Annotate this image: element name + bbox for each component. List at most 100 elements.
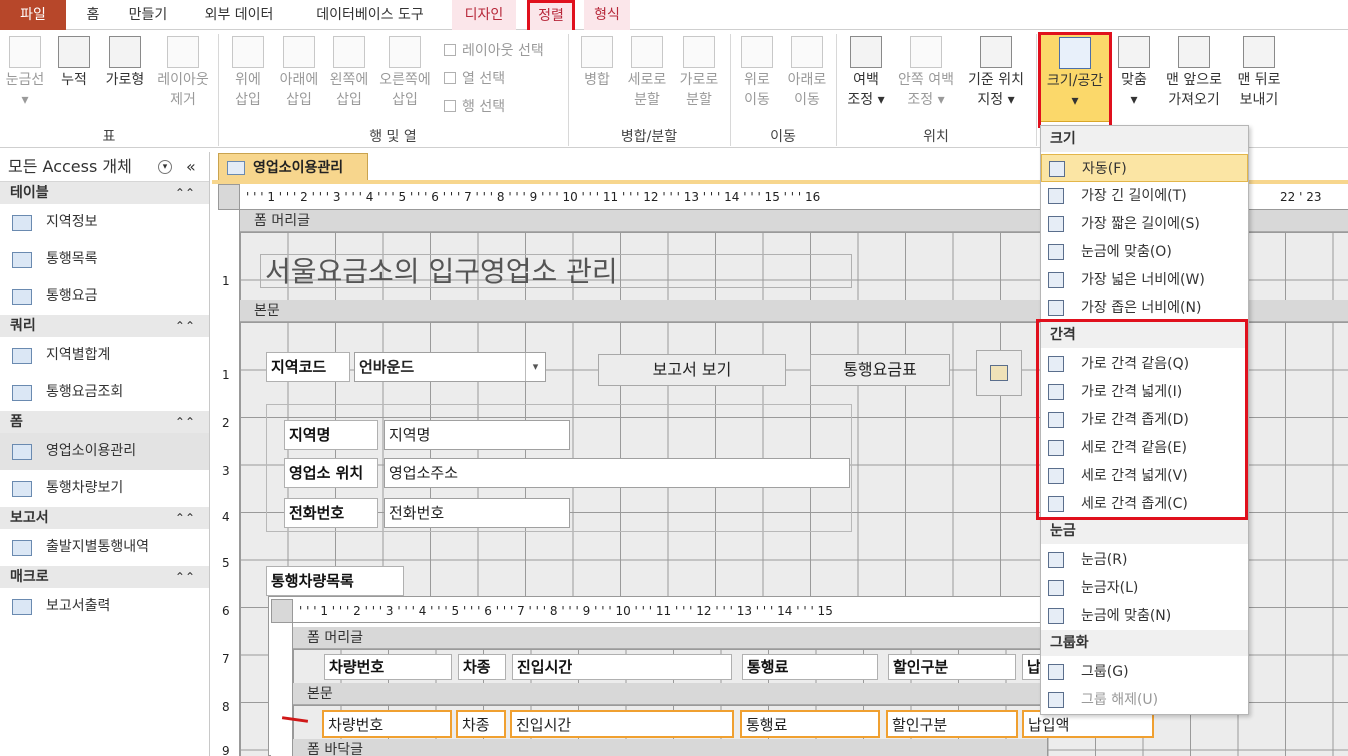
bring-to-front-button[interactable]: 맨 앞으로 가져오기 [1158,36,1230,110]
menu-item-icon [1048,272,1064,288]
office-location-field[interactable]: 영업소주소 [384,458,850,488]
col-label-discount[interactable]: 할인구분 [888,654,1016,680]
vertical-ruler[interactable]: 1 1 2 3 4 5 6 7 8 9 [218,210,240,756]
move-down-button[interactable]: 아래로 이동 [782,36,832,110]
report-view-button[interactable]: 보고서 보기 [598,354,786,386]
nav-item[interactable]: 지역정보 [0,204,209,241]
subform-detail-bar[interactable]: 본문 [293,683,1047,705]
col-label-payment[interactable]: 납 [1022,654,1042,680]
menu-item[interactable]: 눈금에 맞춤(N) [1041,602,1248,630]
menu-item[interactable]: 가장 좁은 너비에(N) [1041,294,1248,322]
nav-dropdown-icon[interactable]: ▾ [158,160,172,174]
nav-category[interactable]: 매크로 ⌃⌃ [0,566,209,588]
col-label-entry-time[interactable]: 진입시간 [512,654,732,680]
menu-item[interactable]: 가장 넓은 너비에(W) [1041,266,1248,294]
col-label-vehicle-type[interactable]: 차종 [458,654,506,680]
merge-button[interactable]: 병합 [576,36,618,90]
area-name-field[interactable]: 지역명 [384,420,570,450]
menu-item[interactable]: 자동(F) [1041,154,1248,182]
tab-database-tools[interactable]: 데이터베이스 도구 [302,0,438,30]
field-discount[interactable]: 할인구분 [886,710,1018,738]
insert-above-button[interactable]: 위에 삽입 [226,36,270,110]
send-to-back-button[interactable]: 맨 뒤로 보내기 [1232,36,1286,110]
nav-item[interactable]: 통행목록 [0,241,209,278]
field-entry-time[interactable]: 진입시간 [510,710,734,738]
menu-item[interactable]: 눈금자(L) [1041,574,1248,602]
select-row-button[interactable]: 행 선택 [444,96,505,116]
vruler-mark: 4 [222,510,230,524]
nav-category[interactable]: 쿼리 ⌃⌃ [0,315,209,337]
select-column-button[interactable]: 열 선택 [444,68,505,88]
margins-button[interactable]: 여백 조정 ▾ [842,36,890,110]
move-up-button[interactable]: 위로 이동 [736,36,778,110]
move-up-label2: 이동 [744,92,770,108]
col-label-toll[interactable]: 통행료 [742,654,878,680]
menu-item[interactable]: 가장 긴 길이에(T) [1041,182,1248,210]
nav-item[interactable]: 통행차량보기 [0,470,209,507]
align-button[interactable]: 맞춤 ▾ [1114,36,1154,110]
insert-below-button[interactable]: 아래에 삽입 [274,36,324,110]
anchoring-button[interactable]: 기준 위치 지정 ▾ [962,36,1030,110]
padding-button[interactable]: 안쪽 여백 조정 ▾ [892,36,960,110]
region-code-label[interactable]: 지역코드 [266,352,350,382]
region-code-value: 언바운드 [359,358,415,376]
menu-item[interactable]: 그룹 해제(U) [1041,686,1248,714]
menu-item[interactable]: 가장 짧은 길이에(S) [1041,210,1248,238]
subform-selector[interactable] [271,599,293,623]
nav-item[interactable]: 영업소이용관리 [0,433,209,470]
insert-right-button[interactable]: 오른쪽에 삽입 [374,36,436,110]
nav-item[interactable]: 출발지별통행내역 [0,529,209,566]
menu-item[interactable]: 눈금에 맞춤(O) [1041,238,1248,266]
area-name-label[interactable]: 지역명 [284,420,378,450]
field-vehicle-type[interactable]: 차종 [456,710,506,738]
tab-external-data[interactable]: 외부 데이터 [194,0,284,30]
office-location-label[interactable]: 영업소 위치 [284,458,378,488]
region-code-combo[interactable]: 언바운드 ▾ [354,352,546,382]
col-label-vehicle-no[interactable]: 차량번호 [324,654,452,680]
insert-left-label: 왼쪽에 [329,72,369,88]
macro-button[interactable] [976,350,1022,396]
tab-design[interactable]: 디자인 [452,0,516,30]
stacked-button[interactable]: 누적 [52,36,96,90]
split-vertical-button[interactable]: 세로로 분할 [622,36,672,110]
form-selector[interactable] [218,184,240,210]
subform-label[interactable]: 통행차량목록 [266,566,404,596]
nav-category[interactable]: 폼 ⌃⌃ [0,411,209,433]
toll-table-button[interactable]: 통행요금표 [810,354,950,386]
tab-home[interactable]: 홈 [78,0,108,30]
remove-layout-button[interactable]: 레이아웃 제거 [152,36,214,110]
field-toll[interactable]: 통행료 [740,710,880,738]
phone-label[interactable]: 전화번호 [284,498,378,528]
collapse-pane-icon[interactable]: « [186,152,196,182]
form-title-label[interactable]: 서울요금소의 입구영업소 관리 [260,254,852,288]
nav-pane-header[interactable]: 모든 Access 개체 ▾ « [0,152,209,182]
nav-item[interactable]: 지역별합계 [0,337,209,374]
split-horizontal-button[interactable]: 가로로 분할 [674,36,724,110]
subform-footer-bar[interactable]: 폼 바닥글 [293,739,1047,756]
collapse-chevron-icon[interactable]: ⌃⌃ [175,411,195,433]
subform-header-bar[interactable]: 폼 머리글 [293,627,1047,649]
nav-item[interactable]: 보고서출력 [0,588,209,625]
nav-category[interactable]: 보고서 ⌃⌃ [0,507,209,529]
collapse-chevron-icon[interactable]: ⌃⌃ [175,182,195,204]
collapse-chevron-icon[interactable]: ⌃⌃ [175,507,195,529]
menu-item[interactable]: 그룹(G) [1041,658,1248,686]
nav-item[interactable]: 통행요금 [0,278,209,315]
field-vehicle-no[interactable]: 차량번호 [322,710,452,738]
nav-item-label: 지역정보 [46,214,98,230]
gridlines-button[interactable]: 눈금선 ▾ [2,36,48,110]
menu-item[interactable]: 눈금(R) [1041,546,1248,574]
collapse-chevron-icon[interactable]: ⌃⌃ [175,566,195,588]
chevron-down-icon[interactable]: ▾ [525,353,545,381]
tab-format[interactable]: 형식 [584,0,630,30]
select-layout-button[interactable]: 레이아웃 선택 [444,40,544,60]
collapse-chevron-icon[interactable]: ⌃⌃ [175,315,195,337]
tab-create[interactable]: 만들기 [120,0,176,30]
nav-item[interactable]: 통행요금조회 [0,374,209,411]
tabular-button[interactable]: 가로형 [100,36,150,90]
tab-file[interactable]: 파일 [0,0,66,30]
phone-field[interactable]: 전화번호 [384,498,570,528]
document-tab[interactable]: 영업소이용관리 [218,153,368,182]
nav-category[interactable]: 테이블 ⌃⌃ [0,182,209,204]
insert-left-button[interactable]: 왼쪽에 삽입 [326,36,372,110]
